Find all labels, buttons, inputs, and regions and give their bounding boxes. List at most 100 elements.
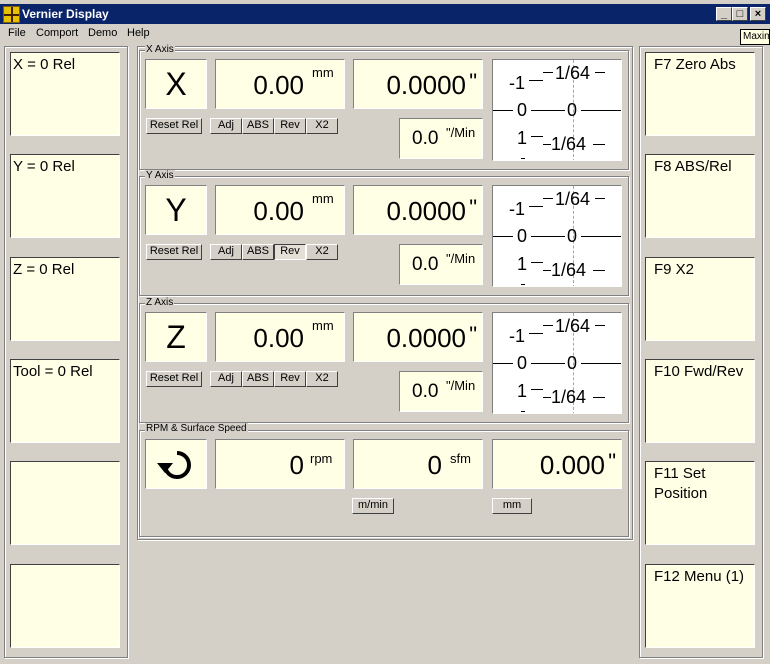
y-rel-button[interactable]: Y = 0 Rel (10, 154, 120, 238)
f8-abs-rel-button[interactable]: F8 ABS/Rel (645, 154, 755, 238)
y-scale-bot-left: 1 (517, 254, 528, 274)
tool-rel-button[interactable]: Tool = 0 Rel (10, 359, 120, 443)
rotation-direction-display[interactable] (145, 439, 207, 489)
y-scale-tick (521, 284, 525, 285)
title-bar (0, 4, 770, 24)
x-axis-letter: X (145, 59, 207, 109)
x-scale-tick (595, 72, 605, 73)
y-abs-button[interactable]: ABS (242, 244, 274, 260)
close-button[interactable]: × (750, 7, 766, 21)
x-rate-unit: "/Min (446, 125, 476, 140)
menu-file[interactable]: File (8, 26, 26, 40)
maximize-tooltip: Maxim (740, 29, 770, 45)
y-rate-value: 0.0 (412, 254, 439, 275)
x-scale-mid-left: 0 (517, 100, 528, 120)
y-x2-button[interactable]: X2 (306, 244, 338, 260)
y-reset-rel-button[interactable]: Reset Rel (146, 244, 202, 260)
y-axis-label: Y Axis (145, 170, 175, 182)
z-scale-tick (531, 363, 565, 364)
z-scale-tick (543, 397, 551, 398)
x-scale-bot-right: 1/64 (551, 134, 587, 154)
f9-x2-button[interactable]: F9 X2 (645, 257, 755, 341)
x-rate-value: 0.0 (412, 128, 439, 149)
f10-fwd-rev-button[interactable]: F10 Fwd/Rev (645, 359, 755, 443)
y-adj-button[interactable]: Adj (210, 244, 242, 260)
x-adj-button[interactable]: Adj (210, 118, 242, 134)
y-scale-bot-right: 1/64 (551, 260, 587, 280)
x-rev-button[interactable]: Rev (274, 118, 306, 134)
z-scale-tick (529, 333, 543, 334)
y-inch-unit: " (469, 195, 477, 220)
x-metric-value: 0.00 (253, 70, 304, 100)
x-scale-top-left: -1 (509, 73, 526, 93)
z-scale-bot-left: 1 (517, 381, 528, 401)
z-adj-button[interactable]: Adj (210, 371, 242, 387)
x-scale-tick (521, 158, 525, 159)
x-scale-tick (593, 144, 605, 145)
x-scale-tick (581, 110, 621, 111)
z-scale-top-left: -1 (509, 326, 526, 346)
z-rate-unit: "/Min (446, 378, 476, 393)
mm-button[interactable]: mm (492, 498, 532, 514)
z-axis-letter: Z (145, 312, 207, 362)
z-abs-button[interactable]: ABS (242, 371, 274, 387)
y-scale-tick (529, 206, 543, 207)
x-abs-button[interactable]: ABS (242, 118, 274, 134)
minimize-button[interactable]: _ (716, 7, 732, 21)
sfm-display: 0 sfm (353, 439, 483, 489)
z-scale-tick (581, 363, 621, 364)
z-scale-bot-right: 1/64 (551, 387, 587, 407)
z-x2-button[interactable]: X2 (306, 371, 338, 387)
left-blank-button-2[interactable] (10, 564, 120, 648)
x-rel-button[interactable]: X = 0 Rel (10, 52, 120, 136)
x-x2-button[interactable]: X2 (306, 118, 338, 134)
z-scale-tick (521, 411, 525, 412)
y-scale-tick (593, 270, 605, 271)
surface-inch-value: 0.000 (539, 450, 605, 480)
y-rev-button[interactable]: Rev (274, 244, 306, 260)
x-reset-rel-button[interactable]: Reset Rel (146, 118, 202, 134)
x-scale-top-right: 1/64 (555, 63, 591, 83)
surface-inch-display: 0.000 " (492, 439, 622, 489)
z-inch-unit: " (469, 322, 477, 347)
menu-comport[interactable]: Comport (36, 26, 78, 40)
y-scale-mid-right: 0 (567, 226, 578, 246)
window-title: Vernier Display (22, 7, 109, 21)
x-inch-value: 0.0000 (386, 70, 466, 100)
z-reset-rel-button[interactable]: Reset Rel (146, 371, 202, 387)
f7-zero-abs-button[interactable]: F7 Zero Abs (645, 52, 755, 136)
menu-help[interactable]: Help (127, 26, 150, 40)
x-axis-label: X Axis (145, 44, 175, 56)
y-scale-tick (493, 236, 513, 237)
app-icon (3, 6, 20, 23)
z-rev-button[interactable]: Rev (274, 371, 306, 387)
y-scale-tick (543, 198, 553, 199)
f12-menu-button[interactable]: F12 Menu (1) (645, 564, 755, 648)
y-inch-display: 0.0000 " (353, 185, 483, 235)
left-blank-button-1[interactable] (10, 461, 120, 545)
f11-set-position-button[interactable]: F11 Set Position (645, 461, 755, 545)
x-inch-unit: " (469, 69, 477, 94)
x-inch-display: 0.0000 " (353, 59, 483, 109)
y-metric-unit: mm (312, 191, 334, 206)
z-vernier-scale: -1 1/64 0 0 1 1/64 (492, 312, 622, 414)
z-inch-display: 0.0000 " (353, 312, 483, 362)
m-per-min-button[interactable]: m/min (352, 498, 394, 514)
x-metric-display: 0.00 mm (215, 59, 345, 109)
z-rate-value: 0.0 (412, 381, 439, 402)
rpm-value: 0 (289, 450, 304, 480)
z-scale-tick (595, 325, 605, 326)
y-vernier-scale: -1 1/64 0 0 1 1/64 (492, 185, 622, 287)
y-rate-display: 0.0 "/Min (399, 244, 483, 285)
z-scale-mid-right: 0 (567, 353, 578, 373)
z-scale-top-right: 1/64 (555, 316, 591, 336)
y-scale-mid-left: 0 (517, 226, 528, 246)
z-rel-button[interactable]: Z = 0 Rel (10, 257, 120, 341)
menu-demo[interactable]: Demo (88, 26, 117, 40)
rpm-unit: rpm (310, 451, 333, 466)
maximize-button[interactable]: □ (732, 7, 748, 21)
y-metric-value: 0.00 (253, 196, 304, 226)
z-metric-display: 0.00 mm (215, 312, 345, 362)
y-scale-tick (595, 198, 605, 199)
x-scale-mid-right: 0 (567, 100, 578, 120)
